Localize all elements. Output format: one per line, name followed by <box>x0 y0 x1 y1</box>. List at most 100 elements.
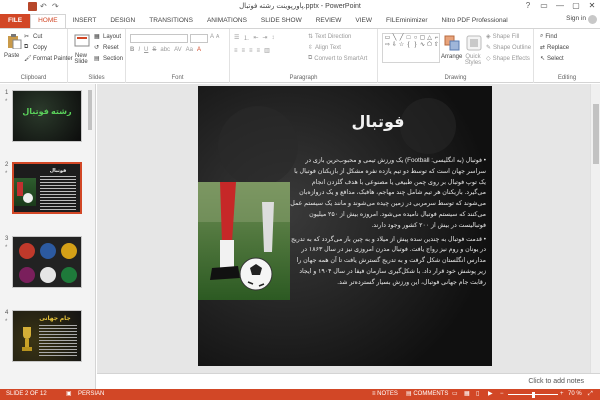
arrow-down-shape-icon[interactable]: ⇩ <box>391 42 398 49</box>
minimize-button[interactable]: — <box>552 0 568 12</box>
slideshow-icon[interactable]: ▶ <box>488 389 493 400</box>
textbox-shape-icon[interactable]: ▭ <box>384 35 391 42</box>
bold-icon[interactable]: B <box>130 47 134 53</box>
tab-slide-show[interactable]: SLIDE SHOW <box>254 14 309 28</box>
maximize-button[interactable]: ▢ <box>568 0 584 12</box>
tab-review[interactable]: REVIEW <box>309 14 349 28</box>
shape-effects-button[interactable]: ◇ Shape Effects <box>486 55 530 63</box>
shape-outline-button[interactable]: ✎ Shape Outline <box>486 44 531 52</box>
paste-icon[interactable] <box>6 33 22 50</box>
copy-button[interactable]: ⧉ Copy <box>24 44 47 51</box>
tab-insert[interactable]: INSERT <box>66 14 104 28</box>
align-text-button[interactable]: ⇳ Align Text <box>308 44 341 52</box>
tab-home[interactable]: HOME <box>30 14 66 28</box>
zoom-level[interactable]: 70 % <box>568 389 582 400</box>
close-button[interactable]: ✕ <box>584 0 600 12</box>
increase-indent-icon[interactable]: ⇥ <box>262 34 267 41</box>
language-indicator[interactable]: PERSIAN <box>78 389 104 400</box>
scrollbar-thumb[interactable] <box>88 90 92 130</box>
triangle-shape-icon[interactable]: △ <box>426 35 433 42</box>
tab-nitro-pdf[interactable]: Nitro PDF Professional <box>435 14 515 28</box>
tab-design[interactable]: DESIGN <box>103 14 142 28</box>
zoom-out-icon[interactable]: − <box>500 389 504 400</box>
connector-shape-icon[interactable]: ⌐ <box>433 35 440 42</box>
line-shape-icon[interactable]: ╲ <box>391 35 398 42</box>
numbering-icon[interactable]: ⒈ <box>243 33 249 42</box>
slide-thumbnail-2[interactable]: فوتبال <box>12 162 82 214</box>
layout-button[interactable]: ▦ Layout <box>94 33 121 41</box>
line-shape-icon-2[interactable]: ╱ <box>398 35 405 42</box>
star-shape-icon[interactable]: ☆ <box>398 42 405 49</box>
reading-view-icon[interactable]: ▯ <box>476 389 479 400</box>
section-button[interactable]: ▤ Section <box>94 55 123 63</box>
tab-fileminimizer[interactable]: FILEminimizer <box>379 14 435 28</box>
shapes-gallery[interactable]: ▭ ╲ ╱ □ ○ ▢ △ ⌐ ⇨ ⇩ ☆ { } ∿ ⬠ ⇧ <box>382 33 440 63</box>
pentagon-shape-icon[interactable]: ⬠ <box>426 42 433 49</box>
normal-view-icon[interactable]: ▭ <box>452 389 458 400</box>
slide-thumbnail-4[interactable]: جام جهانی <box>12 310 82 362</box>
slide-thumbnail-1[interactable]: رشته فوتبال <box>12 90 82 142</box>
find-button[interactable]: ⌕ Find <box>540 33 557 40</box>
editor-scrollbar[interactable] <box>590 84 600 373</box>
font-size-field[interactable] <box>190 34 208 43</box>
help-button[interactable]: ? <box>520 0 536 12</box>
scrollbar-thumb[interactable] <box>593 104 599 164</box>
rounded-rect-shape-icon[interactable]: ▢ <box>419 35 426 42</box>
football-image[interactable] <box>198 182 290 300</box>
line-spacing-icon[interactable]: ↕ <box>271 35 274 41</box>
justify-icon[interactable]: ≡ <box>257 48 261 54</box>
text-direction-button[interactable]: ⇅ Text Direction <box>308 33 351 41</box>
slide-title[interactable]: فوتبال <box>318 112 438 132</box>
font-name-field[interactable] <box>130 34 188 43</box>
replace-button[interactable]: ⇄ Replace <box>540 44 569 52</box>
align-left-icon[interactable]: ≡ <box>234 48 238 54</box>
shadow-icon[interactable]: abc <box>160 47 170 53</box>
slide-thumbnail-3[interactable] <box>12 236 82 288</box>
avatar[interactable] <box>588 15 597 24</box>
align-center-icon[interactable]: ≡ <box>242 48 246 54</box>
notes-placeholder[interactable]: Click to add notes <box>528 378 584 385</box>
paste-button[interactable]: Paste <box>4 53 19 59</box>
fit-slide-icon[interactable]: ⤢ <box>588 389 593 400</box>
arrow-right-shape-icon[interactable]: ⇨ <box>384 42 391 49</box>
rect-shape-icon[interactable]: □ <box>405 35 412 42</box>
oval-shape-icon[interactable]: ○ <box>412 35 419 42</box>
convert-smartart-button[interactable]: ⧉ Convert to SmartArt <box>308 55 367 62</box>
italic-icon[interactable]: I <box>138 47 140 53</box>
ribbon-display-button[interactable]: ▭ <box>536 0 552 12</box>
curve-shape-icon[interactable]: ∿ <box>419 42 426 49</box>
format-painter-button[interactable]: 🖌 Format Painter <box>24 55 73 63</box>
align-right-icon[interactable]: ≡ <box>249 48 253 54</box>
sign-in-link[interactable]: Sign in <box>566 15 586 22</box>
reset-button[interactable]: ↺ Reset <box>94 44 119 52</box>
arrange-icon[interactable] <box>444 35 460 51</box>
select-button[interactable]: ↖ Select <box>540 55 564 63</box>
change-case-icon[interactable]: Aa <box>186 47 193 53</box>
tab-view[interactable]: VIEW <box>348 14 379 28</box>
grow-font-icon[interactable]: AA <box>210 34 219 40</box>
char-spacing-icon[interactable]: AV <box>174 47 182 53</box>
strikethrough-icon[interactable]: S <box>152 47 156 53</box>
new-slide-button[interactable]: New Slide <box>70 53 92 65</box>
zoom-slider-thumb[interactable] <box>532 392 535 398</box>
new-slide-icon[interactable] <box>74 33 90 49</box>
arrange-button[interactable]: Arrange <box>441 54 462 60</box>
decrease-indent-icon[interactable]: ⇤ <box>253 34 258 41</box>
columns-icon[interactable]: ▥ <box>264 47 270 54</box>
comments-toggle[interactable]: ▤ COMMENTS <box>406 389 448 400</box>
shape-fill-button[interactable]: ◈ Shape Fill <box>486 33 519 41</box>
quick-styles-button[interactable]: Quick Styles <box>462 54 484 66</box>
tab-transitions[interactable]: TRANSITIONS <box>142 14 200 28</box>
notes-toggle[interactable]: ≡ NOTES <box>372 389 398 400</box>
slide-canvas[interactable]: فوتبال • فوتبال (به انگلیسی: Football) ی… <box>198 86 492 366</box>
zoom-in-icon[interactable]: + <box>560 389 564 400</box>
arrow-up-shape-icon[interactable]: ⇧ <box>433 42 440 49</box>
slide-sorter-icon[interactable]: ▦ <box>464 389 470 400</box>
quick-styles-icon[interactable] <box>466 35 482 51</box>
spellcheck-icon[interactable]: ▣ <box>66 389 72 400</box>
underline-icon[interactable]: U <box>144 47 148 53</box>
slide-body-text[interactable]: فوتبال (به انگلیسی: Football) یک ورزش تی… <box>290 156 486 346</box>
font-color-icon[interactable]: A <box>197 47 201 53</box>
notes-pane[interactable]: Click to add notes <box>97 373 600 389</box>
tab-file[interactable]: FILE <box>0 14 31 28</box>
